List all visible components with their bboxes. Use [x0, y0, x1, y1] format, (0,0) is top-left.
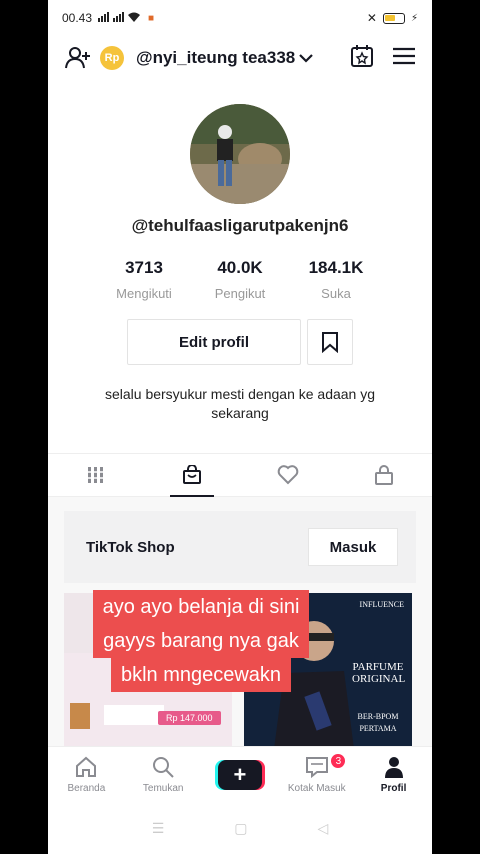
tiktok-shop-card: TikTok Shop Masuk [64, 511, 416, 583]
tab-liked[interactable] [240, 454, 336, 496]
heart-icon [277, 465, 299, 485]
thumb2-title: PARFUME ORIGINAL [352, 661, 406, 685]
stat-label: Suka [321, 286, 351, 301]
inbox-badge: 3 [330, 753, 347, 769]
plus-icon: + [217, 759, 262, 790]
back-icon[interactable]: ◁ [318, 820, 329, 837]
nav-profile[interactable]: Profil [355, 747, 432, 802]
notification-icon: ■ [148, 12, 155, 24]
stat-following[interactable]: 3713 Mengikuti [96, 258, 192, 301]
system-nav-bar: ☰ ▢ ◁ [48, 802, 432, 854]
menu-icon[interactable] [392, 46, 416, 71]
profile-bio: selalu bersyukur mesti dengan ke adaan y… [104, 386, 376, 421]
stat-value: 3713 [125, 258, 163, 277]
home-icon [76, 756, 97, 777]
price-tag: Rp 147.000 [158, 711, 221, 725]
nav-label: Kotak Masuk [287, 783, 346, 794]
lock-icon [375, 465, 393, 485]
status-bar: 00.43 ■ ✕ ⚡ [48, 0, 432, 36]
nav-label: Temukan [142, 783, 184, 794]
charging-icon: ⚡ [410, 12, 418, 24]
nav-home[interactable]: Beranda [48, 747, 125, 802]
profile-header: Rp @nyi_iteung tea338 [48, 36, 432, 80]
creator-calendar-icon[interactable] [350, 44, 374, 73]
signal-icon [98, 11, 142, 25]
phone-screen: 00.43 ■ ✕ ⚡ Rp @nyi_iteung tea338 @tehul… [48, 0, 432, 854]
inbox-icon [305, 757, 328, 779]
thumb2-sub: BER-BPOM PERTAMA [357, 712, 399, 733]
profile-tabs [48, 453, 432, 497]
bookmark-icon [322, 332, 338, 353]
battery-icon [382, 12, 405, 24]
avatar[interactable] [190, 104, 290, 204]
shop-login-button[interactable]: Masuk [308, 528, 398, 566]
stat-label: Pengikut [214, 286, 266, 301]
nav-inbox[interactable]: 3 Kotak Masuk [278, 747, 355, 802]
stat-value: 184.1K [308, 258, 364, 277]
bottom-nav: Beranda Temukan + 3 Kotak Masuk Profil [48, 746, 432, 802]
nav-create[interactable]: + [202, 747, 279, 802]
stat-likes[interactable]: 184.1K Suka [288, 258, 384, 301]
username-text: @nyi_iteung tea338 [136, 48, 296, 67]
chevron-down-icon [299, 54, 314, 63]
profile-actions: Edit profil [48, 319, 432, 365]
nav-label: Profil [380, 783, 407, 794]
caption-line: bkln mngecewakn [110, 658, 292, 692]
profile-handle: @tehulfaasligarutpakenjn6 [131, 216, 349, 235]
profile-icon [384, 757, 403, 778]
coin-icon[interactable]: Rp [100, 46, 124, 70]
search-icon [153, 757, 174, 778]
nav-discover[interactable]: Temukan [125, 747, 202, 802]
shopping-bag-icon [183, 465, 201, 484]
video-caption-overlay: ayo ayo belanja di sini gayys barang nya… [70, 590, 332, 692]
home-button-icon[interactable]: ▢ [234, 820, 247, 837]
thumb2-brand: INFLUENCE [359, 600, 404, 609]
shop-title: TikTok Shop [86, 538, 175, 556]
recent-apps-icon[interactable]: ☰ [152, 820, 165, 837]
tab-shop[interactable] [144, 454, 240, 496]
tab-videos[interactable] [48, 454, 144, 496]
stat-label: Mengikuti [116, 286, 172, 301]
grid-icon [87, 467, 105, 483]
status-time: 00.43 [62, 11, 93, 25]
nav-label: Beranda [67, 783, 106, 794]
username-switcher[interactable]: @nyi_iteung tea338 [136, 48, 314, 68]
tab-private[interactable] [336, 454, 432, 496]
caption-line: ayo ayo belanja di sini [92, 590, 310, 624]
stat-followers[interactable]: 40.0K Pengikut [192, 258, 288, 301]
profile-stats: 3713 Mengikuti 40.0K Pengikut 184.1K Suk… [48, 258, 432, 301]
bookmark-button[interactable] [307, 319, 353, 365]
stat-value: 40.0K [217, 258, 263, 277]
caption-line: gayys barang nya gak [93, 624, 309, 658]
edit-profile-button[interactable]: Edit profil [127, 319, 301, 365]
mute-icon: ✕ [366, 11, 377, 25]
add-friend-icon[interactable] [64, 44, 92, 72]
